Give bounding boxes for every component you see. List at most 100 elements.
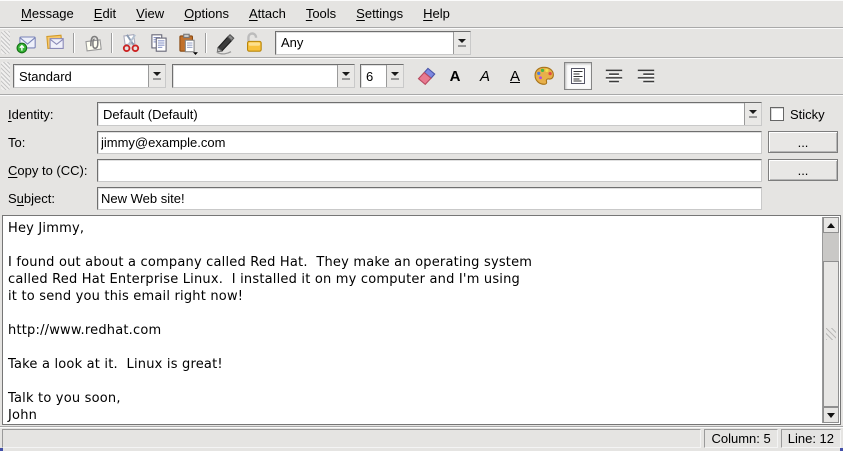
text-color-button[interactable] bbox=[530, 63, 558, 89]
menu-tools[interactable]: Tools bbox=[297, 2, 345, 25]
pen-icon bbox=[213, 31, 237, 55]
identity-combo[interactable]: Default (Default) bbox=[97, 102, 762, 126]
label-text: u bbox=[17, 191, 24, 206]
scroll-down-button[interactable] bbox=[823, 407, 839, 423]
bold-button[interactable]: A bbox=[440, 63, 470, 89]
to-input[interactable] bbox=[97, 131, 762, 154]
align-left-button[interactable] bbox=[564, 62, 592, 90]
paperclip-icon bbox=[81, 31, 105, 55]
arrow-bar bbox=[458, 45, 466, 47]
chevron-down-icon[interactable] bbox=[453, 32, 470, 54]
menu-edit[interactable]: Edit bbox=[85, 2, 125, 25]
arrow-down-icon bbox=[827, 413, 835, 418]
copy-icon bbox=[147, 31, 171, 55]
cc-input[interactable] bbox=[97, 159, 762, 182]
label-text: bject: bbox=[24, 191, 55, 206]
menu-label: essage bbox=[32, 6, 74, 21]
send-button[interactable] bbox=[13, 30, 41, 56]
scroll-up-button[interactable] bbox=[823, 217, 839, 233]
subject-input[interactable] bbox=[97, 187, 762, 210]
chevron-down-icon[interactable] bbox=[386, 65, 403, 87]
message-body-editor[interactable]: Hey Jimmy, I found out about a company c… bbox=[2, 215, 841, 425]
menu-label: ptions bbox=[194, 6, 229, 21]
editor-area: Hey Jimmy, I found out about a company c… bbox=[0, 214, 843, 426]
italic-button[interactable]: A bbox=[470, 63, 500, 89]
arrow-glyph bbox=[391, 72, 399, 76]
eraser-icon bbox=[414, 64, 438, 88]
message-headers: Identity: Default (Default) Sticky To: .… bbox=[0, 95, 843, 214]
attach-file-button[interactable] bbox=[79, 30, 107, 56]
label-text: dentity: bbox=[12, 107, 54, 122]
cc-addressbook-button[interactable]: ... bbox=[768, 159, 838, 181]
menu-label: O bbox=[184, 6, 194, 21]
font-family-combo[interactable] bbox=[172, 64, 355, 88]
remove-formatting-button[interactable] bbox=[412, 63, 440, 89]
status-column-panel: Column: 5 bbox=[704, 429, 777, 448]
status-message-panel bbox=[2, 429, 701, 448]
arrow-bar bbox=[342, 78, 350, 80]
cut-button[interactable] bbox=[117, 30, 145, 56]
arrow-glyph bbox=[749, 110, 757, 114]
font-size-value: 6 bbox=[361, 65, 386, 87]
send-mail-icon bbox=[15, 31, 39, 55]
toolbar-handle[interactable] bbox=[1, 62, 10, 91]
font-size-combo[interactable]: 6 bbox=[360, 64, 404, 88]
menu-attach[interactable]: Attach bbox=[240, 2, 295, 25]
toolbar-separator bbox=[205, 33, 207, 53]
chevron-down-icon[interactable] bbox=[148, 65, 165, 87]
identity-label: Identity: bbox=[0, 107, 97, 122]
crypto-format-combo[interactable]: Any bbox=[275, 31, 471, 55]
arrow-glyph bbox=[153, 72, 161, 76]
cc-row: Copy to (CC): ... bbox=[0, 158, 843, 182]
paragraph-style-combo[interactable]: Standard bbox=[13, 64, 166, 88]
align-left-icon bbox=[567, 65, 589, 87]
chevron-down-icon[interactable] bbox=[337, 65, 354, 87]
scrollbar-track[interactable] bbox=[823, 233, 839, 407]
to-label: To: bbox=[0, 135, 97, 150]
sticky-checkbox[interactable] bbox=[770, 107, 784, 121]
paragraph-style-value: Standard bbox=[14, 65, 148, 87]
subject-label: Subject: bbox=[0, 191, 97, 206]
align-center-button[interactable] bbox=[600, 63, 628, 89]
menu-label: A bbox=[249, 6, 258, 21]
copy-button[interactable] bbox=[145, 30, 173, 56]
scrollbar-thumb[interactable] bbox=[823, 261, 839, 407]
status-line-panel: Line: 12 bbox=[781, 429, 841, 448]
open-lock-icon bbox=[241, 31, 265, 55]
identity-row: Identity: Default (Default) Sticky bbox=[0, 102, 843, 126]
encrypt-button[interactable] bbox=[239, 30, 267, 56]
statusbar: Column: 5 Line: 12 bbox=[0, 426, 843, 451]
palette-icon bbox=[532, 64, 556, 88]
editor-scrollbar[interactable] bbox=[822, 217, 839, 423]
to-addressbook-button[interactable]: ... bbox=[768, 131, 838, 153]
arrow-up-icon bbox=[827, 223, 835, 228]
toolbar-separator bbox=[73, 33, 75, 53]
arrow-glyph bbox=[342, 72, 350, 76]
arrow-bar bbox=[153, 78, 161, 80]
menu-options[interactable]: Options bbox=[175, 2, 238, 25]
chevron-down-icon[interactable] bbox=[744, 103, 761, 125]
toolbar-handle[interactable] bbox=[1, 31, 10, 54]
arrow-glyph bbox=[458, 39, 466, 43]
cc-label: Copy to (CC): bbox=[0, 163, 97, 178]
subject-row: Subject: bbox=[0, 186, 843, 210]
bold-icon: A bbox=[450, 68, 461, 85]
message-body-text: Hey Jimmy, I found out about a company c… bbox=[3, 216, 840, 424]
paste-button[interactable] bbox=[173, 30, 201, 56]
menu-settings[interactable]: Settings bbox=[347, 2, 412, 25]
mail-composer-window: Message Edit View Options Attach Tools S… bbox=[0, 0, 843, 451]
sign-button[interactable] bbox=[211, 30, 239, 56]
underline-button[interactable]: A bbox=[500, 63, 530, 89]
font-family-value bbox=[173, 65, 337, 87]
menu-view[interactable]: View bbox=[127, 2, 173, 25]
queue-mail-icon bbox=[43, 31, 67, 55]
menu-label: ttach bbox=[258, 6, 286, 21]
queue-button[interactable] bbox=[41, 30, 69, 56]
menu-message[interactable]: Message bbox=[12, 2, 83, 25]
align-right-button[interactable] bbox=[632, 63, 660, 89]
menu-help[interactable]: Help bbox=[414, 2, 459, 25]
crypto-format-value: Any bbox=[276, 32, 453, 54]
italic-icon: A bbox=[480, 68, 490, 85]
toolbar-separator bbox=[111, 33, 113, 53]
arrow-bar bbox=[749, 116, 757, 118]
